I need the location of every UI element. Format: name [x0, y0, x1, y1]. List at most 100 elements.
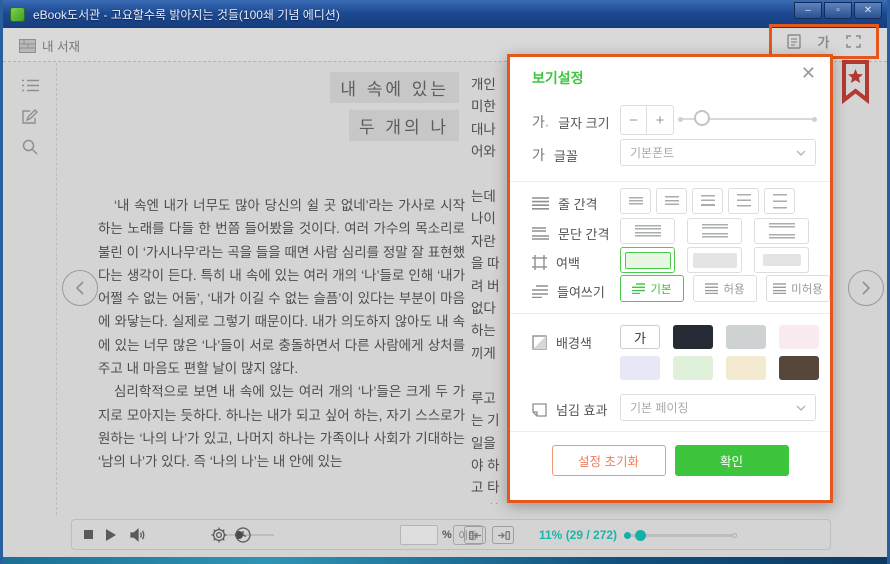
margin-option-1[interactable] [620, 247, 675, 273]
bg-color-swatch-1[interactable]: 가 [620, 325, 660, 349]
history-button[interactable] [235, 520, 251, 549]
paragraph-spacing-option-3[interactable] [754, 218, 809, 244]
bookshelf-icon [19, 39, 36, 53]
bottom-toolbar: % 이동 11% (29 / 272) [71, 519, 831, 550]
paragraph-spacing-option-1[interactable] [620, 218, 675, 244]
paragraph: 심리학적으로 보면 내 속에 있는 여러 개의 ‘나’들은 크게 두 가지로 모… [98, 380, 465, 473]
progress-slider-thumb[interactable] [635, 530, 646, 541]
chevron-right-icon [860, 281, 872, 295]
prev-page-button[interactable] [62, 270, 98, 306]
my-library-button[interactable]: 내 서재 [19, 36, 80, 55]
stop-button[interactable] [84, 520, 93, 549]
line-spacing-option-3[interactable] [692, 188, 723, 214]
goto-chapter-start-button[interactable] [464, 526, 486, 544]
paragraph-spacing-icon [532, 227, 549, 240]
app-window: eBook도서관 - 고요할수록 밝아지는 것들(100쇄 기념 에디션) – … [0, 0, 890, 564]
panel-close-icon[interactable]: ✕ [801, 64, 816, 82]
margin-label: 여백 [556, 253, 580, 272]
stop-icon [84, 530, 93, 539]
line-spacing-option-1[interactable] [620, 188, 651, 214]
line-spacing-option-4[interactable] [728, 188, 759, 214]
clock-icon [235, 527, 251, 543]
bg-color-swatch-2[interactable] [673, 325, 713, 349]
maximize-button[interactable]: ▫ [824, 2, 852, 19]
indent-option-disallow[interactable]: 미허용 [766, 275, 830, 302]
jump-end-icon [497, 531, 510, 540]
search-icon[interactable] [22, 139, 38, 155]
page-effect-label: 넘김 효과 [556, 400, 607, 419]
progress-slider[interactable] [624, 534, 736, 537]
paragraph-spacing-option-2[interactable] [687, 218, 742, 244]
paragraph-spacing-label: 문단 간격 [558, 224, 609, 243]
font-settings-icon[interactable]: 가 [818, 32, 830, 51]
margin-option-2[interactable] [687, 247, 742, 273]
play-icon [106, 529, 116, 541]
fullscreen-icon[interactable] [846, 35, 861, 48]
line-spacing-option-2[interactable] [656, 188, 687, 214]
chevron-left-icon [74, 281, 86, 295]
indent-disallow-icon [773, 283, 786, 294]
line-spacing-label: 줄 간격 [558, 194, 598, 213]
progress-start-dot [624, 532, 631, 539]
background-color-swatches: 가 [620, 325, 819, 380]
margin-icon [532, 255, 547, 270]
page-effect-value: 기본 페이징 [630, 399, 689, 416]
toc-icon[interactable] [22, 79, 39, 92]
font-size-label: 글자 크기 [558, 113, 609, 132]
indent-option-default[interactable]: 기본 [620, 275, 684, 302]
indent-allow-label: 허용 [723, 281, 744, 297]
percent-label: % [442, 520, 452, 549]
volume-icon[interactable] [130, 520, 146, 549]
font-family-value: 기본폰트 [630, 144, 674, 161]
page-text: ‘내 속엔 내가 너무도 많아 당신의 쉴 곳 없네’라는 가사로 시작하는 노… [98, 194, 465, 474]
note-icon[interactable] [22, 109, 38, 125]
bg-color-swatch-8[interactable] [779, 356, 819, 380]
background-color-icon [532, 335, 547, 350]
close-button[interactable]: ✕ [854, 2, 882, 19]
play-button[interactable] [106, 520, 116, 549]
indent-default-icon [632, 283, 645, 294]
progress-end-dot [732, 533, 737, 538]
font-size-minus-button[interactable]: − [621, 106, 647, 134]
bookmark-icon[interactable] [842, 60, 869, 104]
font-family-dropdown[interactable]: 기본폰트 [620, 139, 816, 166]
chapter-title-line1: 내 속에 있는 [330, 72, 459, 103]
panel-title: 보기설정 [532, 68, 584, 88]
indent-icon [532, 285, 548, 298]
window-title: eBook도서관 - 고요할수록 밝아지는 것들(100쇄 기념 에디션) [33, 6, 340, 23]
line-spacing-option-5[interactable] [764, 188, 795, 214]
font-size-icon: 가₊ [532, 112, 549, 132]
margin-option-3[interactable] [754, 247, 809, 273]
right-page-text: 개인 미한 대나 어와 는데 나이 자란 을 따 려 버 없다 하는 끼게 루고… [471, 74, 509, 504]
bg-color-swatch-3[interactable] [726, 325, 766, 349]
goto-chapter-end-button[interactable] [492, 526, 514, 544]
background-color-label: 배경색 [556, 333, 592, 352]
page-effect-dropdown[interactable]: 기본 페이징 [620, 394, 816, 421]
indent-disallow-label: 미허용 [791, 281, 823, 297]
window-bottom-edge [0, 557, 890, 564]
view-settings-icon[interactable] [787, 34, 801, 49]
font-size-slider-thumb[interactable] [694, 110, 710, 126]
indent-option-allow[interactable]: 허용 [693, 275, 757, 302]
paragraph: ‘내 속엔 내가 너무도 많아 당신의 쉴 곳 없네’라는 가사로 시작하는 노… [98, 194, 465, 380]
indent-default-label: 기본 [650, 281, 671, 297]
bg-color-swatch-6[interactable] [673, 356, 713, 380]
minimize-button[interactable]: – [794, 2, 822, 19]
font-family-icon: 가 [532, 145, 545, 165]
title-bar: eBook도서관 - 고요할수록 밝아지는 것들(100쇄 기념 에디션) – … [0, 0, 890, 28]
font-size-slider[interactable] [680, 118, 815, 120]
next-page-button[interactable] [848, 270, 884, 306]
line-spacing-icon [532, 197, 549, 210]
indent-allow-icon [705, 283, 718, 294]
tts-settings-button[interactable] [211, 520, 227, 549]
page-effect-icon [532, 403, 547, 417]
bg-color-swatch-5[interactable] [620, 356, 660, 380]
page-percent-input[interactable] [400, 525, 438, 545]
my-library-label: 내 서재 [42, 36, 80, 55]
view-settings-panel: 보기설정 ✕ 가₊ 글자 크기 − + 가 글꼴 기본폰트 줄 [507, 54, 833, 503]
confirm-button[interactable]: 확인 [675, 445, 789, 476]
reset-settings-button[interactable]: 설정 초기화 [552, 445, 666, 476]
font-size-plus-button[interactable]: + [647, 106, 673, 134]
bg-color-swatch-7[interactable] [726, 356, 766, 380]
bg-color-swatch-4[interactable] [779, 325, 819, 349]
